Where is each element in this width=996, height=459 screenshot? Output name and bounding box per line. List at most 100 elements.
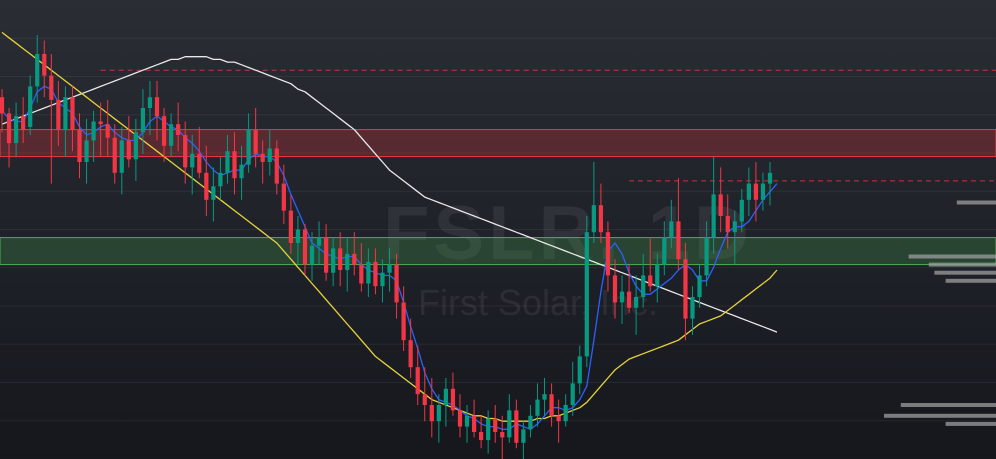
volume-profile-bar xyxy=(900,403,996,407)
candle-body xyxy=(521,429,526,443)
candle-body xyxy=(655,264,660,287)
candle-body xyxy=(176,124,181,135)
candle-body xyxy=(218,172,223,187)
candle-body xyxy=(147,97,153,108)
support-zone xyxy=(0,237,996,266)
candle-body xyxy=(570,383,575,405)
candle-body xyxy=(690,297,695,319)
candle-body xyxy=(556,415,561,422)
candle-body xyxy=(753,183,759,200)
candle-body xyxy=(197,153,202,173)
candle-body xyxy=(105,124,110,138)
candle-body xyxy=(429,405,434,422)
candle-body xyxy=(746,183,751,200)
candle-body xyxy=(345,253,350,270)
volume-profile-bar xyxy=(928,262,996,267)
candle-body xyxy=(288,210,293,243)
candle-body xyxy=(366,261,371,284)
candle-body xyxy=(140,108,146,133)
candle-body xyxy=(401,302,406,341)
candle-body xyxy=(584,232,589,357)
candle-body xyxy=(380,272,385,287)
candle-body xyxy=(760,183,766,200)
candle-body xyxy=(739,199,744,222)
candle-body xyxy=(598,205,604,233)
chart-area[interactable]: FSLR, 1D First Solar, Inc. xyxy=(0,0,996,459)
candle-body xyxy=(91,121,96,141)
candle-body xyxy=(168,124,174,146)
candle-body xyxy=(697,275,702,297)
candle-body xyxy=(316,237,322,246)
candle-body xyxy=(450,388,456,411)
candle-body xyxy=(331,248,336,273)
candle-body xyxy=(49,75,54,100)
candle-body xyxy=(359,264,364,284)
candle-body xyxy=(605,232,611,276)
candle-body xyxy=(260,153,265,162)
candle-body xyxy=(634,297,639,308)
candle-body xyxy=(28,86,33,127)
candle-body xyxy=(676,221,681,260)
candle-body xyxy=(535,399,540,416)
candle-body xyxy=(225,151,230,173)
candle-body xyxy=(253,129,258,154)
candle-body xyxy=(112,137,117,173)
candle-body xyxy=(493,418,498,432)
candle-body xyxy=(641,275,646,297)
candle-body xyxy=(126,140,131,160)
candle-body xyxy=(70,97,75,130)
candle-body xyxy=(98,121,103,125)
candle-body xyxy=(323,237,329,273)
volume-profile-bar xyxy=(884,413,996,418)
candle-body xyxy=(471,415,477,432)
candle-body xyxy=(542,394,547,400)
candle-body xyxy=(443,388,449,405)
candle-body xyxy=(415,367,420,395)
price-chart[interactable] xyxy=(0,0,996,459)
candle-body xyxy=(394,264,399,303)
candle-body xyxy=(211,186,216,200)
volume-profile-bar xyxy=(945,421,996,426)
candle-body xyxy=(422,394,427,405)
candle-body xyxy=(591,205,596,233)
candle-body xyxy=(612,275,618,303)
volume-profile-bar xyxy=(956,200,996,205)
candle-body xyxy=(662,237,667,265)
candle-body xyxy=(408,340,413,368)
candle-body xyxy=(457,410,463,427)
candle-body xyxy=(133,132,138,160)
candle-body xyxy=(77,129,82,162)
candle-body xyxy=(274,148,279,184)
candle-body xyxy=(619,291,625,303)
candle-body xyxy=(464,415,470,427)
candle-body xyxy=(711,194,716,238)
candle-body xyxy=(84,140,89,162)
candle-body xyxy=(309,245,315,265)
candle-body xyxy=(267,148,272,162)
candle-body xyxy=(161,116,167,146)
candle-body xyxy=(387,264,392,273)
candle-body xyxy=(479,432,484,441)
candle-body xyxy=(21,116,26,130)
candle-body xyxy=(732,221,737,233)
candle-body xyxy=(281,183,286,211)
candle-body xyxy=(549,394,554,416)
candle-body xyxy=(13,116,19,144)
candle-body xyxy=(507,410,512,438)
candle-body xyxy=(56,99,61,130)
candle-body xyxy=(232,151,237,179)
resistance-zone xyxy=(0,129,996,158)
candle-body xyxy=(725,216,730,233)
candle-body xyxy=(648,275,653,287)
candle-body xyxy=(63,97,68,130)
candle-body xyxy=(718,194,723,216)
ma-mid-line xyxy=(1,31,778,422)
candle-body xyxy=(35,54,40,87)
volume-profile-bar xyxy=(934,270,996,275)
volume-profile-bar xyxy=(908,254,996,259)
candle-body xyxy=(563,405,568,422)
candle-body xyxy=(626,291,632,308)
candle-body xyxy=(352,253,357,265)
volume-profile-bar xyxy=(945,278,996,283)
candle-body xyxy=(500,432,505,438)
